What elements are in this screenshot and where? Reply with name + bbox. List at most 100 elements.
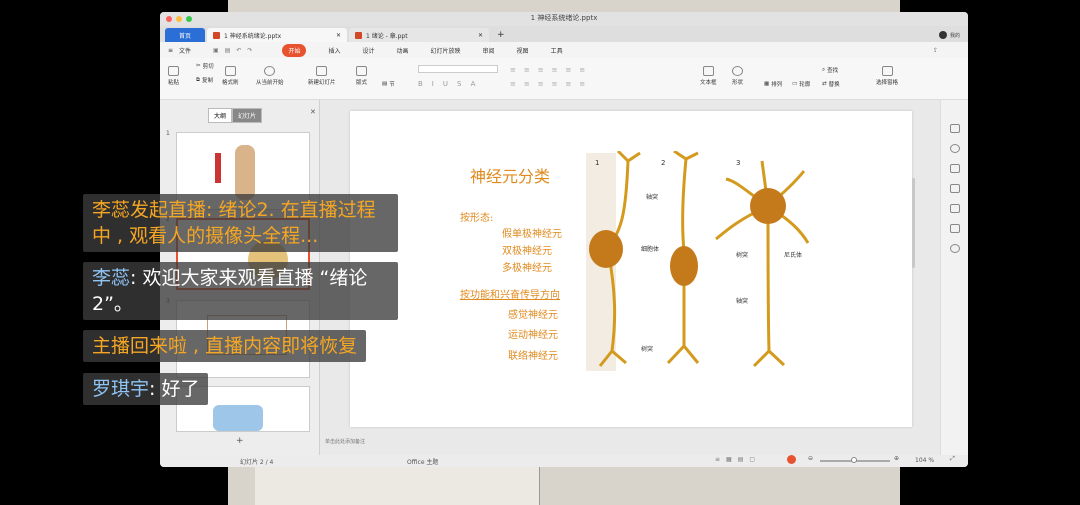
new-slide-icon: [316, 66, 328, 76]
zoom-out-icon[interactable]: ⊖: [808, 455, 813, 462]
neuron-illustration: 1 2 3 轴突 细胞体 树突 树突 尼氏体 轴突: [586, 151, 810, 371]
label-nissl-body: 尼氏体: [784, 251, 802, 259]
align-buttons[interactable]: ≡≡≡≡≡≡: [510, 80, 593, 88]
menu-animation[interactable]: 动画: [397, 46, 409, 55]
font-style-buttons[interactable]: BIUSA: [418, 80, 484, 88]
label-dendrite: 树突: [736, 251, 748, 259]
close-tab-icon[interactable]: ✕: [478, 32, 483, 39]
fullscreen-icon[interactable]: ⤢: [950, 455, 955, 463]
zoom-in-icon[interactable]: ⊕: [894, 455, 899, 462]
copy-button[interactable]: ⧉ 复制: [196, 76, 213, 85]
multipolar-soma: [750, 188, 786, 224]
paragraph-buttons[interactable]: ≡≡≡≡≡≡: [510, 66, 593, 74]
chat-message: 李蕊发起直播: 绪论2. 在直播过程中 , 观看人的摄像头全程...: [83, 194, 398, 252]
figure-number: 2: [661, 159, 665, 167]
search-icon: ⌕: [822, 66, 826, 73]
by-shape-item: 假单极神经元: [502, 229, 562, 240]
by-shape-item: 多极神经元: [502, 263, 552, 274]
brush-icon: [224, 66, 236, 76]
current-slide[interactable]: 神经元分类 按形态: 假单极神经元 双极神经元 多极神经元 按功能和兴奋传导方向…: [350, 111, 912, 427]
history-icon[interactable]: [950, 244, 960, 253]
chat-sender: 李蕊: [92, 267, 131, 289]
menu-file[interactable]: 文件: [179, 46, 191, 55]
add-slide-button[interactable]: +: [236, 436, 244, 446]
user-menu[interactable]: 我的: [938, 28, 960, 42]
outline-icon: ▭: [792, 81, 798, 87]
layout-button[interactable]: 版式: [356, 66, 367, 86]
tab-outline[interactable]: 大纲: [208, 108, 233, 123]
properties-icon[interactable]: [950, 124, 960, 133]
close-pane-icon[interactable]: ✕: [310, 108, 316, 116]
shapes-button[interactable]: 形状: [732, 66, 743, 86]
outline-button[interactable]: ▭ 轮廓: [792, 80, 810, 88]
label-cell-body: 细胞体: [641, 245, 659, 253]
shape-effects-icon[interactable]: [950, 144, 960, 153]
paste-icon: [168, 66, 179, 76]
paste-button[interactable]: 粘贴: [168, 66, 179, 86]
hamburger-icon[interactable]: ≡: [168, 47, 173, 54]
slide-canvas: 神经元分类 按形态: 假单极神经元 双极神经元 多极神经元 按功能和兴奋传导方向…: [320, 100, 940, 455]
tab-slides[interactable]: 幻灯片: [232, 108, 263, 123]
undo-icon[interactable]: ↶: [236, 47, 241, 54]
ppt-icon: [213, 31, 220, 39]
cut-button[interactable]: ✂ 剪切: [196, 62, 214, 70]
new-slide-button[interactable]: 新建幻灯片: [308, 66, 336, 86]
selection-pane-button[interactable]: 选择窗格: [876, 66, 898, 86]
tab-doc-1[interactable]: 1 神经系统绪论.pptx ✕: [207, 28, 347, 42]
avatar: [938, 31, 947, 39]
format-painter-button[interactable]: 格式刷: [222, 66, 239, 86]
menu-design[interactable]: 设计: [362, 46, 374, 55]
notes-placeholder[interactable]: 单击此处添加备注: [325, 438, 365, 445]
zoom-level[interactable]: 104 %: [915, 457, 934, 464]
selection-pane-icon: [881, 66, 893, 76]
play-slideshow-icon[interactable]: [787, 455, 796, 464]
ppt-icon: [355, 31, 362, 39]
tab-doc-2[interactable]: 1 绪论 - 章.ppt ✕: [349, 28, 489, 42]
by-shape-item: 双极神经元: [502, 246, 552, 257]
vertical-scrollbar[interactable]: [912, 178, 915, 268]
menu-start[interactable]: 开始: [282, 43, 307, 57]
by-function-heading: 按功能和兴奋传导方向: [460, 290, 560, 301]
status-bar: 幻灯片 2 / 4 Office 主题 ≡▦▤▢ ⊖ ⊕ 104 % ⤢: [160, 455, 968, 467]
by-function-item: 感觉神经元: [508, 310, 558, 321]
menu-tools[interactable]: 工具: [551, 46, 563, 55]
chat-message: 罗琪宇: 好了: [83, 373, 209, 405]
print-icon[interactable]: ▤: [225, 47, 231, 54]
zoom-slider-thumb[interactable]: [851, 457, 857, 463]
menu-view[interactable]: 视图: [517, 46, 529, 55]
tab-home[interactable]: 首页: [165, 28, 205, 42]
lock-icon[interactable]: [950, 164, 960, 173]
share-icon[interactable]: ⇪: [933, 47, 938, 54]
tab-doc-2-label: 1 绪论 - 章.ppt: [366, 32, 408, 40]
find-button[interactable]: ⌕ 查找: [822, 66, 838, 75]
layers-icon[interactable]: [950, 184, 960, 193]
copy-icon: ⧉: [196, 76, 200, 83]
menu-review[interactable]: 审阅: [483, 46, 495, 55]
human-figure-image: [235, 145, 255, 200]
play-from-current-button[interactable]: 从当前开始: [256, 66, 284, 86]
ribbon-toolbar: 粘贴 ✂ 剪切 ⧉ 复制 格式刷 从当前开始 新建幻灯片 版式 ▤ 节 BIUSA ≡…: [160, 58, 968, 100]
section-button[interactable]: ▤ 节: [382, 80, 395, 88]
arrange-button[interactable]: ▦ 排列: [764, 80, 782, 88]
replace-button[interactable]: ⇄ 替换: [822, 80, 840, 88]
figure-number: 1: [595, 159, 599, 167]
title-bar: 1 神经系统绪论.pptx: [160, 12, 968, 26]
pane-view-tabs: 大纲 幻灯片: [208, 108, 263, 123]
slide-title: 神经元分类: [470, 167, 551, 186]
close-tab-icon[interactable]: ✕: [336, 32, 341, 39]
title-text-mark: [215, 153, 221, 183]
section-icon: ▤: [382, 81, 388, 87]
replace-icon: ⇄: [822, 81, 827, 87]
transition-icon[interactable]: [950, 224, 960, 233]
textbox-icon: [702, 66, 714, 76]
animation-icon[interactable]: [950, 204, 960, 213]
view-mode-icons[interactable]: ≡▦▤▢: [715, 456, 761, 463]
font-select[interactable]: [418, 65, 498, 73]
redo-icon[interactable]: ↷: [247, 47, 252, 54]
save-icon[interactable]: ▣: [213, 47, 219, 54]
menu-insert[interactable]: 插入: [328, 46, 340, 55]
new-tab-button[interactable]: +: [491, 28, 511, 42]
label-axon: 轴突: [736, 297, 748, 305]
textbox-button[interactable]: 文本框: [700, 66, 717, 86]
menu-slideshow[interactable]: 幻灯片放映: [431, 46, 461, 55]
